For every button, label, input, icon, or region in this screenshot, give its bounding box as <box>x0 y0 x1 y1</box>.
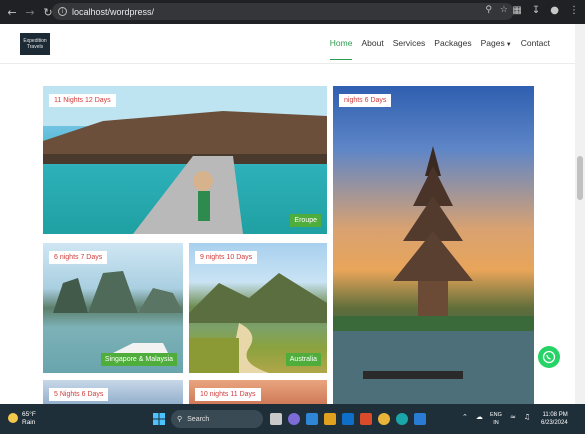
package-card-6[interactable]: 10 nights 11 Days <box>189 380 327 404</box>
menu-dots-icon[interactable]: ⋮ <box>569 5 579 16</box>
nav-about[interactable]: About <box>361 38 383 48</box>
task-view-icon[interactable] <box>270 413 282 425</box>
taskbar-search[interactable]: ⚲ Search <box>171 410 263 428</box>
file-explorer-icon[interactable] <box>324 413 336 425</box>
chrome-icon[interactable] <box>378 413 390 425</box>
duration-tag: 11 Nights 12 Days <box>49 94 116 107</box>
zoom-icon[interactable]: ⚲ <box>485 5 492 15</box>
duration-tag: 5 Nights 6 Days <box>49 388 109 401</box>
mail-icon[interactable] <box>306 413 318 425</box>
browser-toolbar: ← → ↻ i localhost/wordpress/ ⚲ ☆ ▦ ↧ ● ⋮ <box>0 0 585 24</box>
address-url[interactable]: localhost/wordpress/ <box>72 7 154 17</box>
whatsapp-icon <box>542 350 556 364</box>
duration-tag: 10 nights 11 Days <box>195 388 261 401</box>
weather-condition: Rain <box>22 419 36 426</box>
site-header: Expedition Travels Home About Services P… <box>0 24 575 64</box>
main-navigation: Home About Services Packages Pages▼ Cont… <box>321 38 550 60</box>
nav-home[interactable]: Home <box>329 38 352 60</box>
page-scrollbar[interactable] <box>575 24 585 404</box>
whatsapp-chat-button[interactable] <box>538 346 560 368</box>
profile-icon[interactable]: ● <box>550 5 559 16</box>
nav-contact[interactable]: Contact <box>521 38 550 48</box>
search-icon: ⚲ <box>177 415 183 423</box>
weather-icon <box>8 413 18 423</box>
status-icons: ≈ ♫ <box>510 413 530 421</box>
chat-icon[interactable] <box>288 413 300 425</box>
taskbar-clock[interactable]: 11:08 PM 6/23/2024 <box>541 411 568 427</box>
bookmark-star-icon[interactable]: ☆ <box>500 5 508 15</box>
nav-pages-label: Pages <box>480 38 505 48</box>
package-card-singapore-malaysia[interactable]: 6 nights 7 Days Singapore & Malaysia <box>43 243 183 373</box>
back-arrow-icon[interactable]: ← <box>4 6 20 19</box>
system-tray: ⌃ ☁ <box>462 413 483 421</box>
nav-packages[interactable]: Packages <box>434 38 471 48</box>
store-icon[interactable] <box>342 413 354 425</box>
region-code: IN <box>493 420 499 426</box>
language-indicator[interactable]: ENG IN <box>490 411 502 427</box>
clock-date: 6/23/2024 <box>541 420 568 426</box>
vscode-icon[interactable] <box>414 413 426 425</box>
windows-start-icon[interactable] <box>153 413 165 425</box>
volume-icon[interactable]: ♫ <box>524 413 530 421</box>
package-card-europe[interactable]: 11 Nights 12 Days Eroupe <box>43 86 327 234</box>
onedrive-icon[interactable]: ☁ <box>476 413 483 421</box>
location-badge[interactable]: Eroupe <box>290 214 321 227</box>
extensions-icon[interactable]: ▦ <box>512 5 521 16</box>
edge-icon[interactable] <box>396 413 408 425</box>
wifi-icon[interactable]: ≈ <box>510 413 516 421</box>
package-card-bali[interactable]: nights 6 Days <box>333 86 534 404</box>
location-badge[interactable]: Singapore & Malaysia <box>100 353 177 366</box>
package-photo-overwater-villas <box>43 86 327 234</box>
weather-temp: 65°F <box>22 411 36 418</box>
caret-down-icon: ▼ <box>505 42 512 48</box>
scrollbar-thumb[interactable] <box>577 156 583 200</box>
site-logo[interactable]: Expedition Travels <box>20 33 50 55</box>
windows-taskbar: 65°F Rain ⚲ Search ⌃ ☁ ENG IN ≈ ♫ 11:08 … <box>0 404 585 434</box>
duration-tag: nights 6 Days <box>339 94 392 107</box>
location-badge[interactable]: Australia <box>285 353 321 366</box>
duration-tag: 9 nights 10 Days <box>195 251 258 264</box>
weather-widget[interactable]: 65°F Rain <box>8 411 36 427</box>
language-code: ENG <box>490 412 502 418</box>
download-icon[interactable]: ↧ <box>532 5 540 16</box>
brave-browser-icon[interactable] <box>360 413 372 425</box>
nav-services[interactable]: Services <box>393 38 426 48</box>
forward-arrow-icon[interactable]: → <box>22 6 38 19</box>
package-card-5[interactable]: 5 Nights 6 Days <box>43 380 183 404</box>
address-bar[interactable]: i localhost/wordpress/ ⚲ ☆ <box>52 3 514 20</box>
package-photo-temple <box>333 146 534 404</box>
site-info-icon[interactable]: i <box>58 7 67 16</box>
nav-pages[interactable]: Pages▼ <box>481 38 512 48</box>
show-hidden-icons-icon[interactable]: ⌃ <box>462 413 468 421</box>
package-card-australia[interactable]: 9 nights 10 Days Australia <box>189 243 327 373</box>
search-label: Search <box>187 415 210 423</box>
clock-time: 11:08 PM <box>542 412 568 418</box>
duration-tag: 6 nights 7 Days <box>49 251 108 264</box>
